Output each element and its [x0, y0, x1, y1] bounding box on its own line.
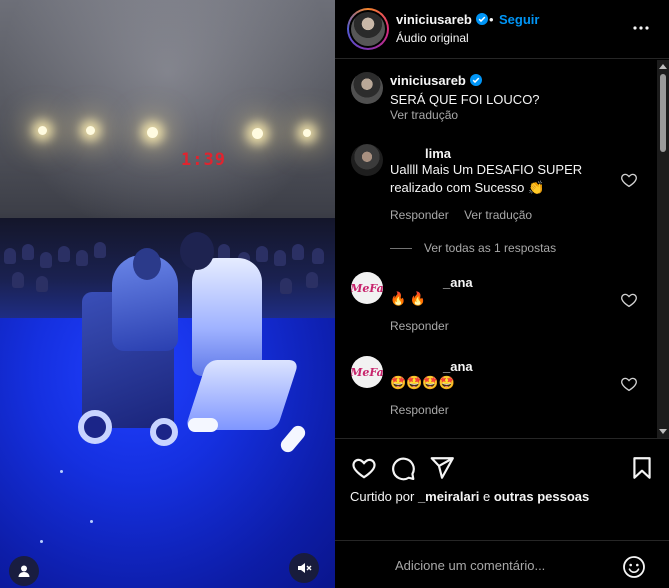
author-avatar[interactable]	[347, 8, 389, 50]
person-seated-head	[133, 248, 161, 280]
emoji-icon[interactable]	[622, 555, 646, 579]
comment-text: 🤩🤩🤩🤩	[390, 375, 455, 390]
comment-meta: Responder Ver tradução	[390, 208, 544, 222]
light-sparkle	[90, 520, 93, 523]
comment-text: Uallll Mais Um DESAFIO SUPER realizado c…	[390, 162, 583, 195]
scrollbar-thumb[interactable]	[660, 74, 666, 152]
tagged-users-button[interactable]	[9, 556, 39, 586]
light-sparkle	[60, 470, 63, 473]
more-horizontal-icon	[633, 26, 649, 30]
view-replies-button[interactable]: Ver todas as 1 respostas	[390, 241, 556, 255]
stage-light	[38, 126, 47, 135]
replies-line	[390, 247, 412, 249]
scroll-up-arrow-icon[interactable]	[659, 64, 667, 69]
caption-meta: Ver tradução	[390, 108, 470, 122]
comment-like-heart-icon[interactable]	[620, 291, 638, 309]
post-header: viniciusareb • Seguir Áudio original	[335, 0, 669, 59]
stage-clock-display: 1:39	[181, 150, 226, 170]
comment-icon[interactable]	[390, 455, 416, 481]
follow-button[interactable]: Seguir	[499, 12, 539, 27]
comments-scrollbar[interactable]	[657, 60, 669, 438]
verified-badge-icon	[469, 74, 482, 86]
author-username: viniciusareb	[396, 12, 472, 27]
user-tag-icon	[18, 565, 30, 577]
muted-speaker-icon	[298, 563, 312, 573]
comment-avatar[interactable]	[351, 144, 383, 176]
comment-username[interactable]: _ana	[443, 359, 473, 374]
comment-text: 🔥 🔥	[390, 291, 426, 306]
wheelchair-wheel	[150, 418, 178, 446]
post-side-panel: viniciusareb • Seguir Áudio original vin…	[335, 0, 669, 588]
comment-avatar[interactable]: MeFa	[351, 272, 383, 304]
heart-icon[interactable]	[351, 455, 377, 481]
comments-list[interactable]: viniciusareb SERÁ QUE FOI LOUCO? Ver tra…	[335, 60, 657, 438]
author-avatar-image	[351, 12, 385, 46]
liked-by-user-link[interactable]: _meiralari	[418, 489, 479, 504]
likes-prefix: Curtido por	[350, 489, 415, 504]
likes-conjunction: e	[483, 489, 491, 504]
comment-composer	[335, 540, 669, 588]
reply-link[interactable]: Responder	[390, 403, 449, 417]
view-replies-label: Ver todas as 1 respostas	[424, 241, 557, 255]
reply-link[interactable]: Responder	[390, 208, 449, 222]
stage-light	[86, 126, 95, 135]
likes-summary: Curtido por _meiralari e outras pessoas	[350, 489, 589, 504]
caption-text: SERÁ QUE FOI LOUCO?	[390, 92, 540, 107]
stage-haze	[0, 0, 335, 240]
stage-light	[252, 128, 263, 139]
separator-dot: •	[489, 12, 494, 27]
comment-username[interactable]: lima	[425, 146, 451, 161]
light-sparkle	[40, 540, 43, 543]
liked-by-others-link[interactable]: outras pessoas	[494, 489, 589, 504]
comment-username[interactable]: _ana	[443, 275, 473, 290]
translate-link[interactable]: Ver tradução	[464, 208, 532, 222]
original-audio-link[interactable]: Áudio original	[396, 31, 469, 45]
comment-avatar[interactable]: MeFa	[351, 356, 383, 388]
sneaker	[188, 418, 218, 432]
send-icon[interactable]	[429, 455, 455, 481]
person-kneeling-head	[180, 232, 214, 270]
comment-like-heart-icon[interactable]	[620, 171, 638, 189]
verified-badge-icon	[475, 13, 488, 25]
add-comment-input[interactable]	[395, 553, 605, 577]
post-actions: Curtido por _meiralari e outras pessoas	[335, 438, 669, 518]
stage-light	[147, 127, 158, 138]
caption-translate-link[interactable]: Ver tradução	[390, 108, 458, 122]
comment-meta: Responder	[390, 319, 461, 333]
bookmark-icon[interactable]	[629, 455, 655, 481]
stage-light	[303, 129, 311, 137]
reply-link[interactable]: Responder	[390, 319, 449, 333]
caption-author-avatar[interactable]	[351, 72, 383, 104]
more-options-button[interactable]	[629, 16, 653, 40]
person-kneeling	[192, 258, 262, 376]
author-username-link[interactable]: viniciusareb	[396, 12, 488, 27]
comment-like-heart-icon[interactable]	[620, 375, 638, 393]
caption-username[interactable]: viniciusareb	[390, 73, 482, 88]
post-media[interactable]: 1:39	[0, 0, 335, 588]
comment-meta: Responder	[390, 403, 461, 417]
scroll-down-arrow-icon[interactable]	[659, 429, 667, 434]
mute-toggle-button[interactable]	[289, 553, 319, 583]
wheelchair-wheel	[78, 410, 112, 444]
